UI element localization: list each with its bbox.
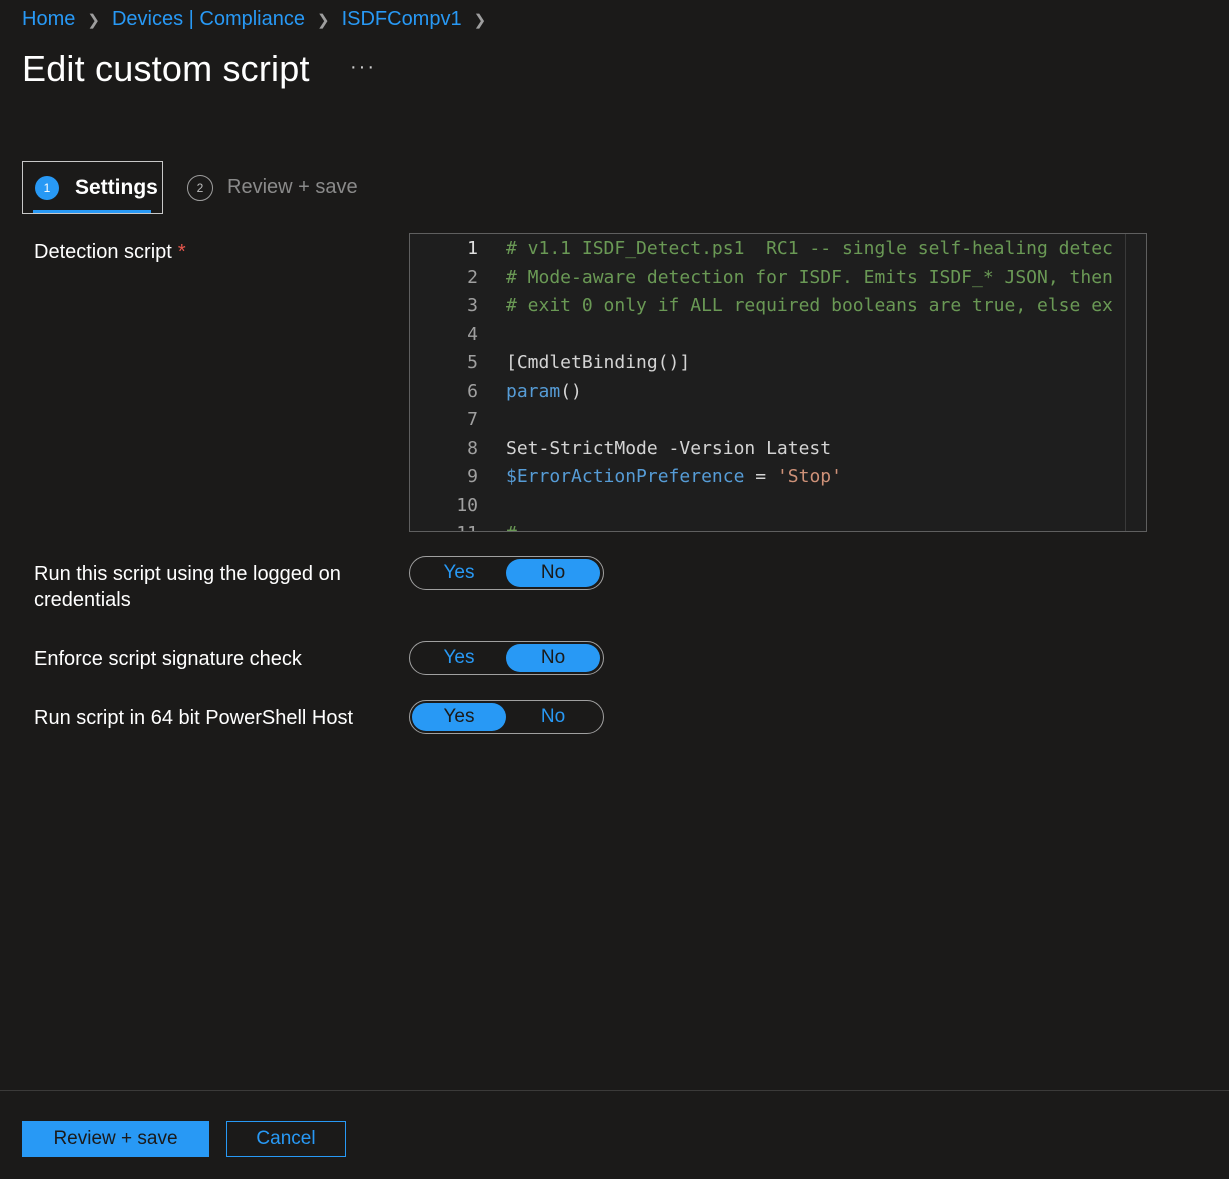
breadcrumb-policy-link[interactable]: ISDFCompv1	[342, 8, 462, 31]
line-number: 9	[467, 466, 478, 487]
code-token-variable: $ErrorActionPreference	[506, 466, 745, 487]
code-token: ()	[560, 381, 582, 402]
wizard-steps: 1 Settings 2 Review + save	[22, 161, 358, 214]
line-number: 3	[467, 295, 478, 316]
chevron-right-icon: ❯	[473, 11, 487, 29]
line-number: 11	[418, 523, 478, 531]
code-line: Set-StrictMode -Version Latest	[506, 438, 832, 459]
tab-settings[interactable]: 1 Settings	[22, 161, 163, 214]
chevron-right-icon: ❯	[87, 11, 100, 29]
code-line: # --------------------------------------…	[506, 523, 1102, 531]
footer-divider	[0, 1090, 1229, 1091]
run-as-logged-on-toggle: Yes No	[409, 556, 604, 590]
toggle-yes-option[interactable]: Yes	[412, 559, 506, 587]
more-options-icon[interactable]: ···	[350, 56, 376, 79]
step-number-badge: 1	[35, 175, 59, 200]
code-line: # exit 0 only if ALL required booleans a…	[506, 295, 1113, 316]
signature-check-label: Enforce script signature check	[34, 648, 302, 670]
tab-label: Settings	[75, 175, 158, 199]
code-line: $ErrorActionPreference = 'Stop'	[506, 466, 842, 487]
toggle-no-option[interactable]: No	[506, 559, 600, 587]
code-line: [CmdletBinding()]	[506, 352, 691, 373]
chevron-right-icon: ❯	[316, 11, 330, 29]
breadcrumb-home-link[interactable]: Home	[22, 8, 75, 31]
step-number-badge: 2	[187, 174, 213, 201]
line-number: 2	[467, 267, 478, 288]
code-token-string: 'Stop'	[776, 466, 842, 487]
line-number: 4	[467, 324, 478, 345]
tab-review-save[interactable]: 2 Review + save	[187, 174, 358, 201]
tab-label: Review + save	[227, 176, 358, 198]
line-number: 7	[467, 409, 478, 430]
line-number: 5	[467, 352, 478, 373]
required-marker: *	[177, 241, 186, 263]
review-save-button[interactable]: Review + save	[22, 1121, 209, 1157]
line-number: 6	[467, 381, 478, 402]
code-line: # v1.1 ISDF_Detect.ps1 RC1 -- single sel…	[506, 238, 1113, 259]
toggle-yes-option[interactable]: Yes	[412, 703, 506, 731]
code-line: # Mode-aware detection for ISDF. Emits I…	[506, 267, 1113, 288]
editor-ruler	[1125, 234, 1126, 531]
line-number-gutter: 1 2 3 4 5 6 7 8 9 10 11	[410, 234, 500, 531]
line-number: 1	[467, 238, 478, 259]
breadcrumb-devices-compliance-link[interactable]: Devices | Compliance	[112, 8, 305, 31]
detection-script-label-text: Detection script	[34, 241, 172, 263]
powershell-64bit-label: Run script in 64 bit PowerShell Host	[34, 707, 354, 729]
code-editor[interactable]: 1 2 3 4 5 6 7 8 9 10 11 # v1.1 ISDF_Dete…	[409, 233, 1147, 532]
cancel-button[interactable]: Cancel	[226, 1121, 346, 1157]
toggle-no-option[interactable]: No	[506, 703, 600, 731]
powershell-64bit-toggle: Yes No	[409, 700, 604, 734]
toggle-yes-option[interactable]: Yes	[412, 644, 506, 672]
code-line: param()	[506, 381, 582, 402]
run-as-logged-on-label: Run this script using the logged on cred…	[34, 563, 341, 611]
breadcrumb: Home ❯ Devices | Compliance ❯ ISDFCompv1…	[22, 8, 498, 31]
line-number: 10	[456, 495, 478, 516]
code-token: =	[744, 466, 777, 487]
signature-check-toggle: Yes No	[409, 641, 604, 675]
page-title: Edit custom script	[22, 48, 310, 89]
line-number: 8	[467, 438, 478, 459]
toggle-no-option[interactable]: No	[506, 644, 600, 672]
detection-script-label: Detection script *	[34, 239, 186, 265]
code-token-keyword: param	[506, 381, 561, 402]
